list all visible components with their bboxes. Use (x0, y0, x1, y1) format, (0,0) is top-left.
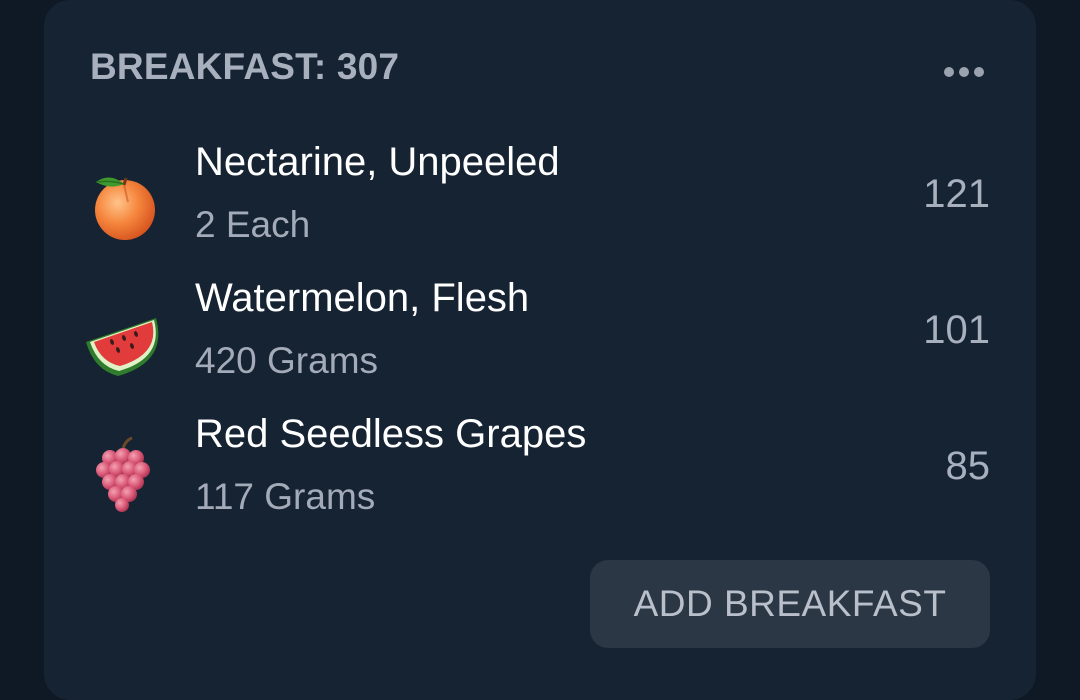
food-name: Red Seedless Grapes (195, 412, 587, 456)
food-name: Watermelon, Flesh (195, 276, 530, 320)
food-calories: 85 (945, 444, 991, 488)
food-calories: 101 (923, 308, 990, 352)
watermelon-icon (86, 318, 159, 376)
meal-title: BREAKFAST: 307 (90, 46, 400, 87)
food-quantity: 420 Grams (195, 340, 379, 381)
nectarine-icon (95, 177, 155, 240)
food-quantity: 117 Grams (195, 476, 376, 517)
more-horizontal-icon (944, 67, 954, 77)
add-breakfast-button[interactable]: ADD BREAKFAST (590, 560, 990, 648)
food-item-grapes[interactable]: Red Seedless Grapes 117 Grams 85 (44, 412, 1036, 542)
more-options-button[interactable] (924, 56, 1004, 88)
food-calories: 121 (923, 172, 990, 216)
food-item-nectarine[interactable]: Nectarine, Unpeeled 2 Each 121 (44, 140, 1036, 270)
meal-card: BREAKFAST: 307 Nectarine, Unpeeled 2 Eac… (44, 0, 1036, 700)
grapes-icon (96, 436, 150, 512)
food-name: Nectarine, Unpeeled (195, 140, 560, 184)
food-quantity: 2 Each (195, 204, 311, 245)
food-item-watermelon[interactable]: Watermelon, Flesh 420 Grams 101 (44, 276, 1036, 406)
